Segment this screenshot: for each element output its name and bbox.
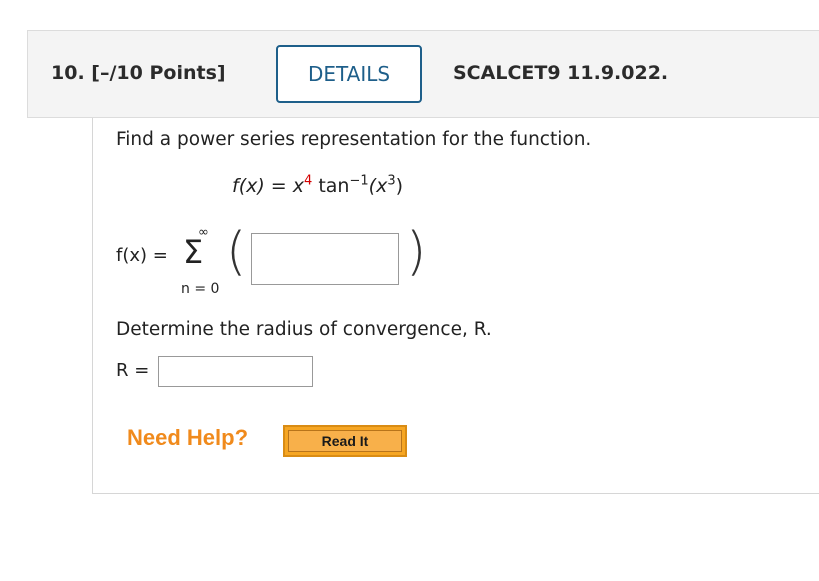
func-arg-exponent: 3: [387, 173, 396, 189]
close-paren: ): [406, 222, 427, 282]
func-tan: tan: [312, 175, 350, 197]
func-inverse: −1: [349, 173, 369, 189]
func-lhs: f(x) = x: [232, 175, 305, 197]
problem-prompt: Find a power series representation for t…: [116, 129, 592, 150]
radius-prompt: Determine the radius of convergence, R.: [116, 319, 492, 340]
radius-label: R =: [116, 360, 150, 381]
sum-lower-limit: n = 0: [181, 281, 220, 297]
series-answer-input[interactable]: [251, 233, 399, 285]
need-help-label: Need Help?: [127, 425, 249, 450]
series-lhs: f(x) =: [116, 245, 168, 266]
question-number-points: 10. [–/10 Points]: [51, 62, 226, 84]
question-source: SCALCET9 11.9.022.: [453, 62, 669, 84]
read-it-label: Read It: [288, 430, 402, 452]
open-paren: (: [226, 222, 247, 282]
func-close: ): [395, 175, 404, 197]
question-header: 10. [–/10 Points] DETAILS SCALCET9 11.9.…: [27, 30, 819, 118]
function-definition: f(x) = x4 tan−1(x3): [232, 175, 403, 197]
read-it-button[interactable]: Read It: [283, 425, 407, 457]
sigma-icon: Σ: [183, 233, 204, 271]
radius-input[interactable]: [158, 356, 313, 387]
details-button[interactable]: DETAILS: [276, 45, 422, 103]
func-arg: (x: [368, 175, 388, 197]
